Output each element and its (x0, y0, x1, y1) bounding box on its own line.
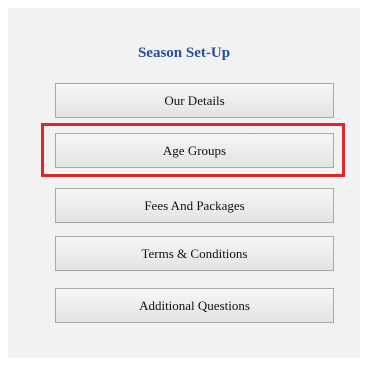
age-groups-button[interactable]: Age Groups (55, 133, 334, 168)
fees-and-packages-button[interactable]: Fees And Packages (55, 188, 334, 223)
terms-and-conditions-button[interactable]: Terms & Conditions (55, 236, 334, 271)
panel-title: Season Set-Up (137, 45, 231, 61)
additional-questions-button[interactable]: Additional Questions (55, 288, 334, 323)
our-details-button[interactable]: Our Details (55, 83, 334, 118)
season-setup-panel: Season Set-Up Our Details Age Groups Fee… (8, 8, 360, 358)
